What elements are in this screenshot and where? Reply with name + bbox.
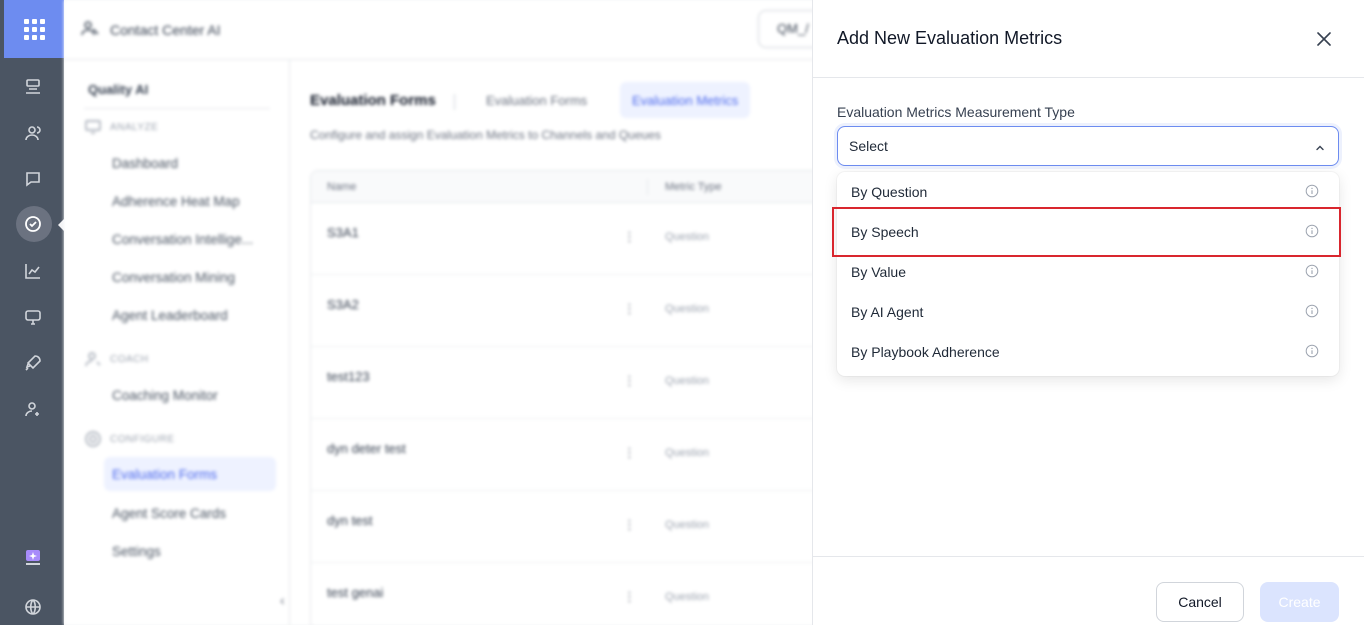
tab-evaluation-metrics[interactable]: Evaluation Metrics bbox=[620, 82, 751, 118]
sidebar-item-adherence-heat-map[interactable]: Adherence Heat Map bbox=[112, 194, 240, 209]
page-description: Configure and assign Evaluation Metrics … bbox=[310, 128, 661, 142]
sidebar-heading: Quality AI bbox=[88, 82, 149, 97]
app-title: Contact Center AI bbox=[110, 22, 221, 38]
info-icon[interactable] bbox=[1305, 304, 1319, 318]
column-metric-type: Metric Type bbox=[665, 181, 722, 193]
quality-ai-rail-icon[interactable] bbox=[22, 213, 44, 235]
table-row[interactable]: test genai ⋮ Question bbox=[311, 563, 869, 625]
panel-title: Add New Evaluation Metrics bbox=[837, 28, 1063, 48]
secondary-sidebar: Quality AI ANALYZE Dashboard Adherence H… bbox=[64, 60, 290, 625]
create-button[interactable]: Create bbox=[1260, 582, 1339, 622]
table-header: Name Metric Type bbox=[311, 171, 869, 203]
monitor-rail-icon[interactable] bbox=[22, 306, 44, 328]
table-row[interactable]: test123 ⋮ Question bbox=[311, 347, 869, 419]
sidebar-item-conversation-mining[interactable]: Conversation Mining bbox=[112, 270, 235, 285]
dashboard-rail-icon[interactable] bbox=[22, 76, 44, 98]
option-by-speech[interactable]: By Speech bbox=[837, 212, 1339, 252]
select-value: Select bbox=[849, 138, 888, 154]
cancel-button[interactable]: Cancel bbox=[1156, 582, 1244, 622]
table-row[interactable]: S3A1 ⋮ Question bbox=[311, 203, 869, 275]
sidebar-item-conversation-intelligence[interactable]: Conversation Intellige... bbox=[112, 232, 253, 247]
gear-icon bbox=[85, 431, 101, 447]
rocket-rail-icon[interactable] bbox=[22, 352, 44, 374]
table-row[interactable]: S3A2 ⋮ Question bbox=[311, 275, 869, 347]
metrics-table: Name Metric Type S3A1 ⋮ Question S3A2 ⋮ Qu… bbox=[310, 170, 870, 625]
title-separator bbox=[454, 94, 455, 110]
option-by-ai-agent[interactable]: By AI Agent bbox=[837, 292, 1339, 332]
app-launcher[interactable] bbox=[4, 0, 64, 58]
measurement-type-label: Evaluation Metrics Measurement Type bbox=[837, 104, 1075, 120]
column-name: Name bbox=[327, 181, 357, 193]
grid-icon bbox=[23, 18, 45, 40]
users-rail-icon[interactable] bbox=[22, 122, 44, 144]
table-row[interactable]: dyn test ⋮ Question bbox=[311, 491, 869, 563]
coach-icon bbox=[85, 352, 101, 367]
sparkle-rail-icon[interactable] bbox=[22, 546, 44, 568]
option-by-value[interactable]: By Value bbox=[837, 252, 1339, 292]
sidebar-item-coaching-monitor[interactable]: Coaching Monitor bbox=[112, 388, 218, 403]
close-icon bbox=[1317, 32, 1331, 46]
info-icon[interactable] bbox=[1305, 224, 1319, 238]
monitor-icon bbox=[85, 120, 101, 134]
option-by-playbook-adherence[interactable]: By Playbook Adherence bbox=[837, 332, 1339, 372]
section-configure: CONFIGURE bbox=[84, 430, 175, 448]
close-button[interactable] bbox=[1313, 28, 1335, 50]
chart-rail-icon[interactable] bbox=[22, 260, 44, 282]
panel-divider bbox=[813, 77, 1364, 78]
globe-rail-icon[interactable] bbox=[22, 596, 44, 618]
measurement-type-select[interactable]: Select bbox=[837, 126, 1339, 166]
tab-evaluation-forms[interactable]: Evaluation Forms bbox=[474, 82, 599, 118]
left-rail bbox=[0, 0, 65, 625]
section-coach: COACH bbox=[84, 350, 149, 368]
sidebar-item-agent-score-cards[interactable]: Agent Score Cards bbox=[112, 506, 226, 521]
chat-rail-icon[interactable] bbox=[22, 168, 44, 190]
measurement-type-dropdown: By Question By Speech By Value By AI Age… bbox=[837, 172, 1339, 376]
chevron-up-icon bbox=[1316, 145, 1324, 151]
info-icon[interactable] bbox=[1305, 184, 1319, 198]
sidebar-item-dashboard[interactable]: Dashboard bbox=[112, 156, 178, 171]
contact-center-icon bbox=[80, 18, 100, 43]
sidebar-item-evaluation-forms[interactable]: Evaluation Forms bbox=[104, 457, 276, 491]
info-icon[interactable] bbox=[1305, 264, 1319, 278]
footer-divider bbox=[813, 556, 1364, 557]
agent-rail-icon[interactable] bbox=[22, 398, 44, 420]
sidebar-item-settings[interactable]: Settings bbox=[112, 544, 161, 559]
info-icon[interactable] bbox=[1305, 344, 1319, 358]
option-by-question[interactable]: By Question bbox=[837, 172, 1339, 212]
section-analyze: ANALYZE bbox=[84, 118, 158, 136]
sidebar-divider bbox=[84, 108, 270, 109]
sidebar-item-agent-leaderboard[interactable]: Agent Leaderboard bbox=[112, 308, 228, 323]
table-row[interactable]: dyn deter test ⋮ Question bbox=[311, 419, 869, 491]
page-title: Evaluation Forms bbox=[310, 92, 436, 109]
add-metrics-panel: Add New Evaluation Metrics Evaluation Me… bbox=[812, 0, 1364, 625]
